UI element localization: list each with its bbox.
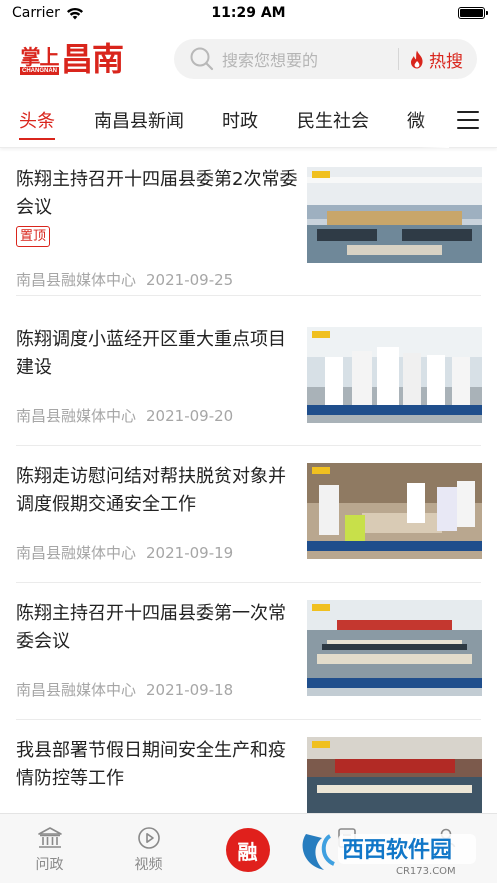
logo-small-text: 掌上 bbox=[20, 45, 60, 69]
pinned-badge: 置顶 bbox=[16, 226, 51, 247]
government-building-icon bbox=[37, 827, 62, 848]
news-date: 2021-09-20 bbox=[146, 407, 234, 425]
logo-small: 掌上 CHANGNAN bbox=[20, 45, 60, 75]
news-item[interactable]: 陈翔主持召开十四届县委第一次常委会议 南昌县融媒体中心 2021-09-18 bbox=[0, 584, 497, 720]
news-source: 南昌县融媒体中心 bbox=[16, 407, 137, 425]
news-meta: 南昌县融媒体中心 2021-09-20 bbox=[16, 405, 233, 426]
search-icon bbox=[182, 39, 222, 79]
news-title: 陈翔主持召开十四届县委第一次常委会议 bbox=[16, 603, 286, 652]
watermark-subtext: CR173.COM bbox=[396, 866, 456, 876]
tab-label: 南昌县新闻 bbox=[94, 110, 184, 132]
news-thumbnail bbox=[307, 167, 482, 263]
news-thumbnail bbox=[307, 737, 482, 813]
news-thumbnail bbox=[307, 600, 482, 696]
nav-item-video[interactable]: 视频 bbox=[99, 814, 198, 883]
news-meta: 南昌县融媒体中心 2021-09-19 bbox=[16, 542, 233, 563]
search-bar[interactable]: 搜索您想要的 热搜 bbox=[174, 39, 477, 79]
nav-item-center[interactable]: 融 bbox=[198, 814, 297, 883]
tab-label: 时政 bbox=[222, 110, 258, 132]
news-item[interactable]: 陈翔主持召开十四届县委第2次常委会议 置顶 南昌县融媒体中心 2021-09-25 bbox=[0, 150, 497, 296]
tab-livelihood[interactable]: 民生社会 bbox=[297, 92, 369, 148]
tab-politics[interactable]: 时政 bbox=[222, 92, 258, 148]
tab-headlines[interactable]: 头条 bbox=[19, 92, 55, 148]
category-tabs: 头条 南昌县新闻 时政 民生社会 微 bbox=[0, 92, 497, 148]
news-date: 2021-09-18 bbox=[146, 681, 234, 699]
app-logo[interactable]: 掌上 CHANGNAN 昌南 bbox=[20, 39, 136, 79]
watermark-logo: 西西软件园 CR173.COM bbox=[300, 828, 480, 877]
news-item[interactable]: 我县部署节假日期间安全生产和疫情防控等工作 bbox=[0, 721, 497, 813]
nav-label: 问政 bbox=[35, 857, 64, 873]
tab-county-news[interactable]: 南昌县新闻 bbox=[94, 92, 184, 148]
menu-icon[interactable] bbox=[457, 111, 479, 129]
search-placeholder[interactable]: 搜索您想要的 bbox=[222, 47, 398, 71]
item-divider bbox=[16, 719, 481, 720]
nav-label: 视频 bbox=[134, 857, 163, 873]
news-item[interactable]: 陈翔走访慰问结对帮扶脱贫对象并调度假期交通安全工作 南昌县融媒体中心 2021-0… bbox=[0, 447, 497, 583]
news-title: 我县部署节假日期间安全生产和疫情防控等工作 bbox=[16, 740, 286, 789]
news-item[interactable]: 陈翔调度小蓝经开区重大重点项目建设 南昌县融媒体中心 2021-09-20 bbox=[0, 310, 497, 446]
news-source: 南昌县融媒体中心 bbox=[16, 544, 137, 562]
item-divider bbox=[16, 295, 481, 296]
app-header: 掌上 CHANGNAN 昌南 搜索您想要的 热搜 bbox=[0, 34, 497, 84]
logo-big-text: 昌南 bbox=[61, 40, 124, 78]
battery-icon bbox=[458, 7, 488, 19]
battery-fill bbox=[460, 9, 483, 17]
wifi-icon bbox=[66, 7, 83, 19]
tab-label: 民生社会 bbox=[297, 110, 369, 132]
play-circle-icon bbox=[137, 827, 160, 849]
item-divider bbox=[16, 582, 481, 583]
carrier-label: Carrier bbox=[12, 5, 60, 21]
hot-search-label: 热搜 bbox=[429, 51, 463, 72]
status-left: Carrier bbox=[12, 5, 84, 21]
tab-label: 头条 bbox=[19, 110, 55, 132]
hot-search-button[interactable]: 热搜 bbox=[399, 47, 477, 72]
news-thumbnail bbox=[307, 463, 482, 559]
news-meta: 南昌县融媒体中心 2021-09-25 bbox=[16, 269, 233, 290]
logo-english-text: CHANGNAN bbox=[20, 67, 59, 75]
news-meta: 南昌县融媒体中心 2021-09-18 bbox=[16, 679, 233, 700]
news-title: 陈翔主持召开十四届县委第2次常委会议 bbox=[16, 169, 298, 218]
flame-icon bbox=[411, 50, 423, 68]
tabs-fade bbox=[419, 92, 449, 148]
logo-text: 掌上 CHANGNAN 昌南 bbox=[20, 40, 124, 78]
status-bar: Carrier 11:29 AM bbox=[0, 0, 497, 26]
news-source: 南昌县融媒体中心 bbox=[16, 681, 137, 699]
news-title: 陈翔走访慰问结对帮扶脱贫对象并调度假期交通安全工作 bbox=[16, 466, 286, 515]
news-date: 2021-09-19 bbox=[146, 544, 234, 562]
watermark-text: 西西软件园 bbox=[342, 837, 452, 863]
news-source: 南昌县融媒体中心 bbox=[16, 271, 137, 289]
news-title: 陈翔调度小蓝经开区重大重点项目建设 bbox=[16, 329, 286, 378]
item-divider bbox=[16, 445, 481, 446]
news-date: 2021-09-25 bbox=[146, 271, 234, 289]
news-thumbnail bbox=[307, 327, 482, 423]
nav-item-inquiry[interactable]: 问政 bbox=[0, 814, 99, 883]
center-action-button[interactable]: 融 bbox=[225, 828, 270, 872]
